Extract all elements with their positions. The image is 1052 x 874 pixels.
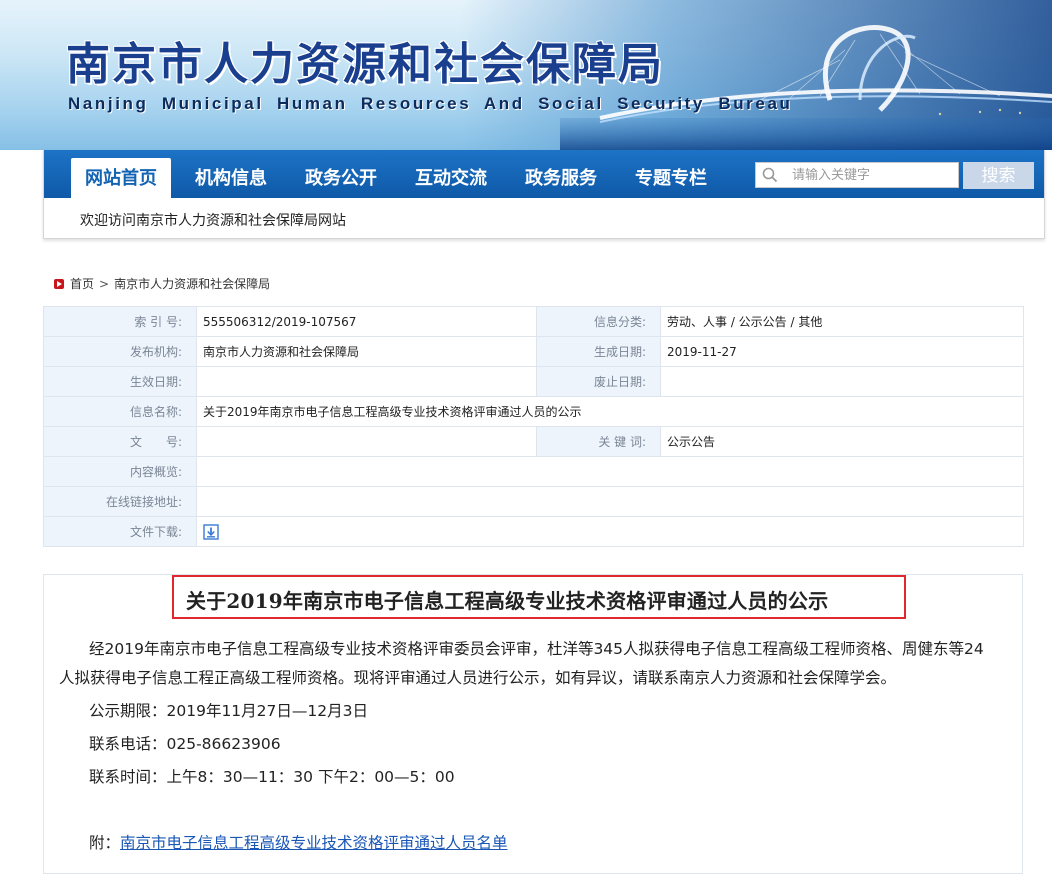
file-download-label: 文件下载: — [43, 516, 197, 547]
table-row: 索 引 号: 555506312/2019-107567 信息分类: 劳动、人事… — [43, 306, 1024, 337]
table-row: 发布机构: 南京市人力资源和社会保障局 生成日期: 2019-11-27 — [43, 336, 1024, 367]
breadcrumb-home-link[interactable]: 首页 — [70, 277, 94, 291]
nav-item-interaction[interactable]: 互动交流 — [401, 158, 501, 198]
attachment-link[interactable]: 南京市电子信息工程高级专业技术资格评审通过人员名单 — [120, 834, 508, 852]
article-paragraph-line1: 经2019年南京市电子信息工程高级专业技术资格评审委员会评审，杜洋等345人拟获… — [89, 640, 984, 658]
repeal-date-value — [660, 366, 1024, 397]
breadcrumb: 首页 > 南京市人力资源和社会保障局 — [54, 275, 270, 291]
site-subtitle: Nanjing Municipal Human Resources And So… — [68, 94, 793, 113]
download-icon[interactable] — [203, 523, 219, 540]
summary-label: 内容概览: — [43, 456, 197, 487]
info-name-value: 关于2019年南京市电子信息工程高级专业技术资格评审通过人员的公示 — [196, 396, 1024, 427]
search-icon — [762, 167, 778, 183]
keyword-value: 公示公告 — [660, 426, 1024, 457]
repeal-date-label: 废止日期: — [536, 366, 661, 397]
location-arrow-icon — [54, 279, 64, 289]
table-row: 生效日期: 废止日期: — [43, 366, 1024, 397]
doc-number-label: 文 号: — [43, 426, 197, 457]
contact-hours: 联系时间：上午8：30—11：30 下午2：00—5：00 — [89, 768, 455, 786]
site-title: 南京市人力资源和社会保障局 — [66, 39, 664, 90]
generated-date-value: 2019-11-27 — [660, 336, 1024, 367]
index-label: 索 引 号: — [43, 306, 197, 337]
nav-item-services[interactable]: 政务服务 — [511, 158, 611, 198]
info-name-label: 信息名称: — [43, 396, 197, 427]
category-value: 劳动、人事 / 公示公告 / 其他 — [660, 306, 1024, 337]
nav-item-organization[interactable]: 机构信息 — [181, 158, 281, 198]
generated-date-label: 生成日期: — [536, 336, 661, 367]
publisher-value: 南京市人力资源和社会保障局 — [196, 336, 537, 367]
nav-container: 网站首页 机构信息 政务公开 互动交流 政务服务 专题专栏 搜索 欢迎访问南京市… — [43, 150, 1045, 239]
online-link-label: 在线链接地址: — [43, 486, 197, 517]
article-title: 关于2019年南京市电子信息工程高级专业技术资格评审通过人员的公示 — [186, 589, 829, 613]
table-row: 信息名称: 关于2019年南京市电子信息工程高级专业技术资格评审通过人员的公示 — [43, 396, 1024, 427]
main-nav: 网站首页 机构信息 政务公开 互动交流 政务服务 专题专栏 搜索 — [44, 150, 1044, 198]
publicity-period: 公示期限：2019年11月27日—12月3日 — [89, 702, 368, 720]
welcome-text: 欢迎访问南京市人力资源和社会保障局网站 — [80, 213, 346, 229]
search-box — [755, 162, 959, 188]
header-banner: 南京市人力资源和社会保障局 Nanjing Municipal Human Re… — [0, 0, 1052, 150]
breadcrumb-separator: > — [99, 277, 110, 291]
info-table: 索 引 号: 555506312/2019-107567 信息分类: 劳动、人事… — [43, 306, 1024, 547]
online-link-value — [196, 486, 1024, 517]
breadcrumb-current-link[interactable]: 南京市人力资源和社会保障局 — [114, 277, 270, 291]
search-button[interactable]: 搜索 — [963, 162, 1034, 189]
effective-date-label: 生效日期: — [43, 366, 197, 397]
nav-item-special-topics[interactable]: 专题专栏 — [621, 158, 721, 198]
publisher-label: 发布机构: — [43, 336, 197, 367]
nav-item-public-affairs[interactable]: 政务公开 — [291, 158, 391, 198]
attachment-line: 附：南京市电子信息工程高级专业技术资格评审通过人员名单 — [89, 831, 508, 853]
contact-phone: 联系电话：025-86623906 — [89, 735, 281, 753]
doc-number-value — [196, 426, 537, 457]
table-row: 文 号: 关 键 词: 公示公告 — [43, 426, 1024, 457]
category-label: 信息分类: — [536, 306, 661, 337]
keyword-label: 关 键 词: — [536, 426, 661, 457]
table-row: 内容概览: — [43, 456, 1024, 487]
table-row: 在线链接地址: — [43, 486, 1024, 517]
nav-item-home[interactable]: 网站首页 — [71, 158, 171, 198]
article-content: 关于2019年南京市电子信息工程高级专业技术资格评审通过人员的公示 经2019年… — [43, 574, 1023, 874]
attachment-prefix: 附： — [89, 834, 121, 852]
table-row: 文件下载: — [43, 516, 1024, 547]
file-download-cell — [196, 516, 1024, 547]
summary-value — [196, 456, 1024, 487]
search-input[interactable] — [792, 165, 952, 185]
article-paragraph-line2: 人拟获得电子信息工程正高级工程师资格。现将评审通过人员进行公示，如有异议，请联系… — [59, 669, 897, 687]
index-value: 555506312/2019-107567 — [196, 306, 537, 337]
effective-date-value — [196, 366, 537, 397]
